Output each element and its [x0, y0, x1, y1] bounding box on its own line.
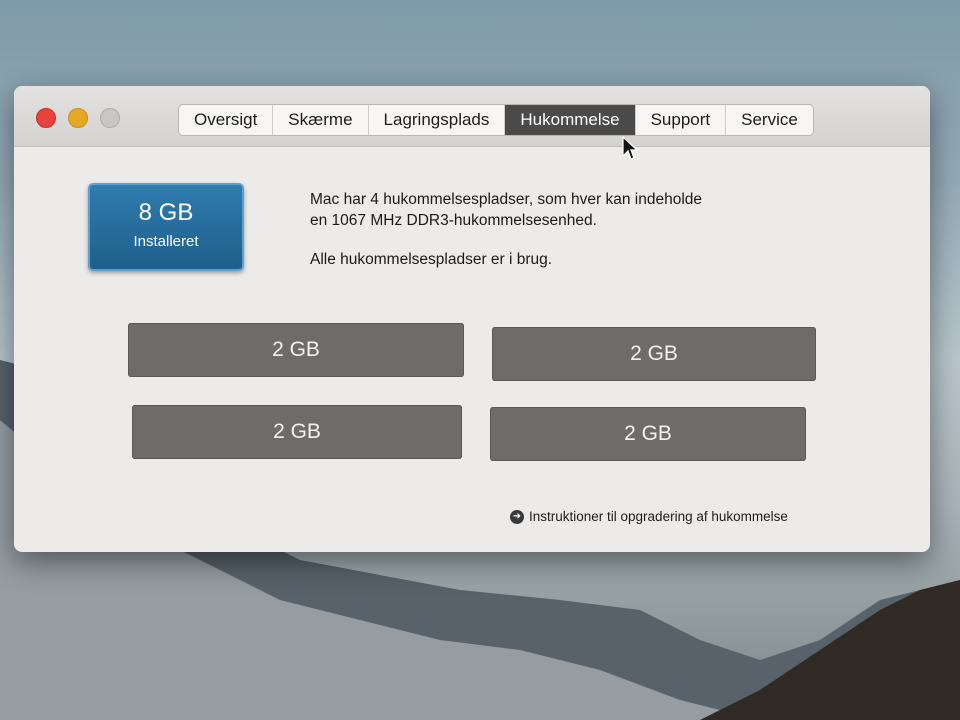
arrow-circle-icon: ➜ — [510, 509, 524, 524]
memory-slot-3: 2 GB — [132, 405, 462, 459]
upgrade-instructions-link[interactable]: ➜ Instruktioner til opgradering af hukom… — [510, 509, 788, 524]
installed-label: Installeret — [133, 233, 199, 250]
tab-lagringsplads[interactable]: Lagringsplads — [369, 105, 506, 135]
tab-service[interactable]: Service — [726, 105, 813, 135]
memory-panel: 8 GB Installeret Mac har 4 hukommelsespl… — [14, 147, 930, 552]
upgrade-instructions-label: Instruktioner til opgradering af hukomme… — [529, 509, 788, 524]
tab-support[interactable]: Support — [636, 105, 727, 135]
memory-status: Alle hukommelsespladser er i brug. — [310, 251, 553, 268]
about-this-mac-window: Oversigt Skærme Lagringsplads Hukommelse… — [14, 86, 930, 552]
installed-size: 8 GB — [138, 199, 194, 226]
memory-description: Mac har 4 hukommelsespladser, som hver k… — [310, 189, 810, 231]
memory-slot-4: 2 GB — [490, 407, 806, 461]
minimize-icon[interactable] — [68, 108, 88, 128]
tab-hukommelse[interactable]: Hukommelse — [505, 105, 636, 135]
installed-memory-badge: 8 GB Installeret — [88, 183, 244, 271]
tab-oversigt[interactable]: Oversigt — [179, 105, 274, 135]
window-titlebar: Oversigt Skærme Lagringsplads Hukommelse… — [14, 86, 930, 147]
description-line-1: Mac har 4 hukommelsespladser, som hver k… — [310, 191, 703, 208]
memory-slot-1: 2 GB — [128, 323, 464, 377]
pointer-icon — [622, 136, 638, 160]
zoom-icon[interactable] — [100, 108, 120, 128]
tab-bar: Oversigt Skærme Lagringsplads Hukommelse… — [178, 104, 814, 136]
description-line-2: en 1067 MHz DDR3-hukommelsesenhed. — [310, 212, 597, 229]
memory-slot-2: 2 GB — [492, 327, 816, 381]
tab-skaerme[interactable]: Skærme — [273, 105, 369, 135]
close-icon[interactable] — [36, 108, 56, 128]
